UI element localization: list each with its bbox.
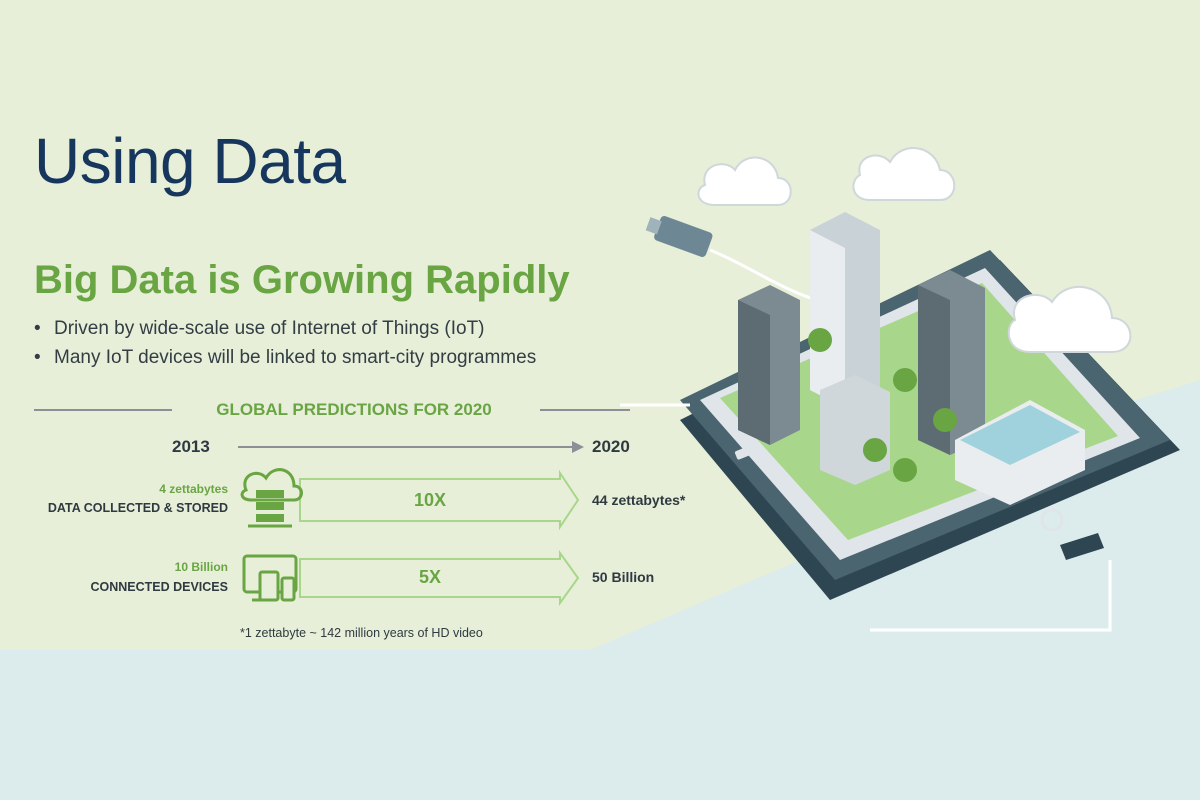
row-result: 50 Billion xyxy=(592,569,655,585)
page-title: Using Data xyxy=(34,125,346,197)
predictions-title: GLOBAL PREDICTIONS FOR 2020 xyxy=(216,400,492,419)
bullet-item: • Driven by wide-scale use of Internet of… xyxy=(34,318,485,339)
row-multiplier: 5X xyxy=(418,567,442,587)
row-value-label: 10 Billion xyxy=(174,560,228,574)
row-multiplier: 10X xyxy=(413,490,447,510)
bullet-list: • Driven by wide-scale use of Internet of… xyxy=(34,318,536,376)
end-year: 2020 xyxy=(592,437,630,456)
row-category: DATA COLLECTED & STORED xyxy=(47,501,228,515)
footnote: *1 zettabyte ~ 142 million years of HD v… xyxy=(240,626,483,640)
row-value-label: 4 zettabytes xyxy=(159,482,228,496)
section-heading: Big Data is Growing Rapidly xyxy=(34,258,570,302)
bullet-item: • Many IoT devices will be linked to smar… xyxy=(34,347,537,368)
row-result: 44 zettabytes* xyxy=(592,492,686,508)
start-year: 2013 xyxy=(172,437,210,456)
row-category: CONNECTED DEVICES xyxy=(90,580,228,594)
